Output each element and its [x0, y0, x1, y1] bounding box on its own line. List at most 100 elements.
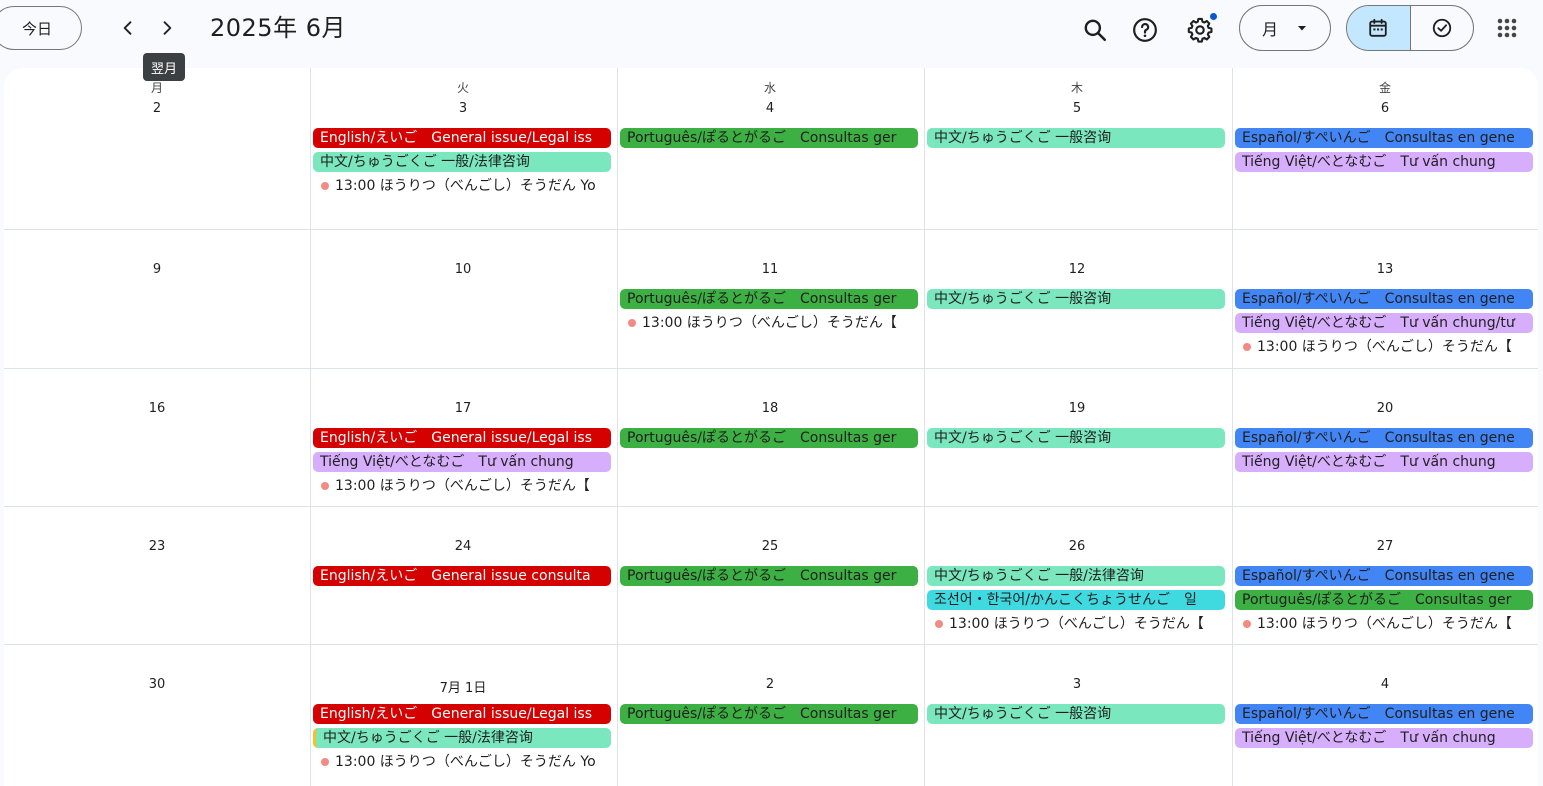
event-chip[interactable]: Português/ぽるとがるご Consultas ger: [620, 428, 918, 448]
timed-event[interactable]: 13:00 ほうりつ（べんごし）そうだん【: [1235, 337, 1533, 357]
timed-event[interactable]: 13:00 ほうりつ（べんごし）そうだん【: [313, 476, 611, 496]
day-number[interactable]: 26: [924, 539, 1230, 554]
next-month-button[interactable]: [151, 12, 183, 44]
event-chip[interactable]: Tiếng Việt/べとなむご Tư vấn chung: [1235, 728, 1533, 748]
day-number[interactable]: 19: [924, 401, 1230, 416]
day-number[interactable]: 25: [617, 539, 923, 554]
mode-toggle: [1346, 5, 1474, 51]
timed-event[interactable]: 13:00 ほうりつ（べんごし）そうだん Yo: [313, 176, 611, 196]
settings-button[interactable]: [1180, 10, 1220, 50]
event-chip[interactable]: English/えいご General issue/Legal iss: [313, 428, 611, 448]
calendar-icon: [1369, 18, 1387, 37]
timed-event-label: 13:00 ほうりつ（べんごし）そうだん Yo: [335, 178, 596, 194]
day-cell[interactable]: [310, 229, 616, 367]
day-cell[interactable]: [4, 68, 310, 206]
day-number[interactable]: 2: [4, 101, 310, 116]
day-number[interactable]: 3: [924, 677, 1230, 692]
chevron-right-icon: [163, 21, 172, 35]
day-cell[interactable]: [4, 506, 310, 644]
event-dot-icon: [628, 319, 636, 327]
day-number[interactable]: 18: [617, 401, 923, 416]
day-cell[interactable]: [4, 644, 310, 782]
day-number[interactable]: 23: [4, 539, 310, 554]
event-chip[interactable]: Español/すぺいんご Consultas en gene: [1235, 428, 1533, 448]
day-number[interactable]: 27: [1232, 539, 1538, 554]
settings-icon: [1187, 17, 1213, 43]
day-cell[interactable]: [4, 229, 310, 367]
day-number[interactable]: 10: [310, 262, 616, 277]
event-chip[interactable]: Português/ぽるとがるご Consultas ger: [620, 704, 918, 724]
event-chip[interactable]: Español/すぺいんご Consultas en gene: [1235, 704, 1533, 724]
day-number[interactable]: 7月 1日: [310, 677, 616, 696]
event-chip[interactable]: 中文/ちゅうごくご 一般/法律咨询: [313, 728, 611, 748]
timed-event-label: 13:00 ほうりつ（べんごし）そうだん【: [949, 616, 1204, 632]
event-chip[interactable]: 조선어・한국어/かんこくちょうせんご 일: [927, 590, 1225, 610]
timed-event[interactable]: 13:00 ほうりつ（べんごし）そうだん【: [620, 313, 918, 333]
timed-event-label: 13:00 ほうりつ（べんごし）そうだん Yo: [335, 754, 596, 770]
day-number[interactable]: 6: [1232, 101, 1538, 116]
event-dot-icon: [1243, 620, 1251, 628]
day-number[interactable]: 11: [617, 262, 923, 277]
event-chip[interactable]: English/えいご General issue/Legal iss: [313, 704, 611, 724]
timed-event-label: 13:00 ほうりつ（べんごし）そうだん【: [1257, 339, 1512, 355]
event-chip[interactable]: Español/すぺいんご Consultas en gene: [1235, 128, 1533, 148]
view-selector-label: 月: [1262, 20, 1279, 39]
event-chip[interactable]: 中文/ちゅうごくご 一般/法律咨询: [313, 152, 611, 172]
event-chip[interactable]: Português/ぽるとがるご Consultas ger: [620, 566, 918, 586]
day-number[interactable]: 13: [1232, 262, 1538, 277]
timed-event-label: 13:00 ほうりつ（べんごし）そうだん【: [642, 315, 897, 331]
caret-down-icon: [1298, 26, 1307, 31]
event-dot-icon: [321, 482, 329, 490]
timed-event-label: 13:00 ほうりつ（べんごし）そうだん【: [335, 478, 590, 494]
event-chip[interactable]: 中文/ちゅうごくご 一般咨询: [927, 128, 1225, 148]
event-chip[interactable]: Português/ぽるとがるご Consultas ger: [620, 128, 918, 148]
help-button[interactable]: [1125, 10, 1165, 50]
tasks-mode-button[interactable]: [1411, 6, 1474, 50]
event-chip[interactable]: Português/ぽるとがるご Consultas ger: [1235, 590, 1533, 610]
day-number[interactable]: 30: [4, 677, 310, 692]
help-icon: [1133, 18, 1157, 42]
event-dot-icon: [1243, 343, 1251, 351]
day-number[interactable]: 9: [4, 262, 310, 277]
timed-event[interactable]: 13:00 ほうりつ（べんごし）そうだん【: [927, 614, 1225, 634]
event-dot-icon: [321, 758, 329, 766]
event-chip[interactable]: Español/すぺいんご Consultas en gene: [1235, 289, 1533, 309]
today-button[interactable]: 今日: [0, 6, 82, 50]
previous-month-button[interactable]: [112, 12, 144, 44]
next-month-tooltip: 翌月: [143, 53, 186, 81]
event-chip[interactable]: 中文/ちゅうごくご 一般咨询: [927, 704, 1225, 724]
day-number[interactable]: 4: [1232, 677, 1538, 692]
event-chip[interactable]: Português/ぽるとがるご Consultas ger: [620, 289, 918, 309]
day-number[interactable]: 4: [617, 101, 923, 116]
day-number[interactable]: 12: [924, 262, 1230, 277]
event-dot-icon: [935, 620, 943, 628]
day-number[interactable]: 20: [1232, 401, 1538, 416]
event-chip[interactable]: Tiếng Việt/べとなむご Tư vấn chung: [1235, 152, 1533, 172]
event-chip[interactable]: Español/すぺいんご Consultas en gene: [1235, 566, 1533, 586]
day-number[interactable]: 16: [4, 401, 310, 416]
calendar-mode-button[interactable]: [1347, 6, 1410, 50]
chevron-left-icon: [123, 21, 132, 35]
day-number[interactable]: 17: [310, 401, 616, 416]
event-chip[interactable]: Tiếng Việt/べとなむご Tư vấn chung: [1235, 452, 1533, 472]
search-button[interactable]: [1075, 10, 1115, 50]
view-selector[interactable]: 月: [1239, 5, 1331, 51]
day-cell[interactable]: [4, 368, 310, 506]
day-number[interactable]: 5: [924, 101, 1230, 116]
event-chip[interactable]: English/えいご General issue consulta: [313, 566, 611, 586]
event-dot-icon: [321, 182, 329, 190]
timed-event[interactable]: 13:00 ほうりつ（べんごし）そうだん Yo: [313, 752, 611, 772]
search-icon: [1084, 19, 1107, 42]
apps-grid-icon: [1497, 18, 1517, 38]
day-number[interactable]: 24: [310, 539, 616, 554]
event-chip[interactable]: English/えいご General issue/Legal iss: [313, 128, 611, 148]
timed-event[interactable]: 13:00 ほうりつ（べんごし）そうだん【: [1235, 614, 1533, 634]
event-chip[interactable]: Tiếng Việt/べとなむご Tư vấn chung/tư: [1235, 313, 1533, 333]
day-number[interactable]: 2: [617, 677, 923, 692]
event-chip[interactable]: 中文/ちゅうごくご 一般咨询: [927, 428, 1225, 448]
event-chip[interactable]: Tiếng Việt/べとなむご Tư vấn chung: [313, 452, 611, 472]
event-chip[interactable]: 中文/ちゅうごくご 一般/法律咨询: [927, 566, 1225, 586]
apps-button[interactable]: [1489, 10, 1525, 46]
day-number[interactable]: 3: [310, 101, 616, 116]
event-chip[interactable]: 中文/ちゅうごくご 一般咨询: [927, 289, 1225, 309]
